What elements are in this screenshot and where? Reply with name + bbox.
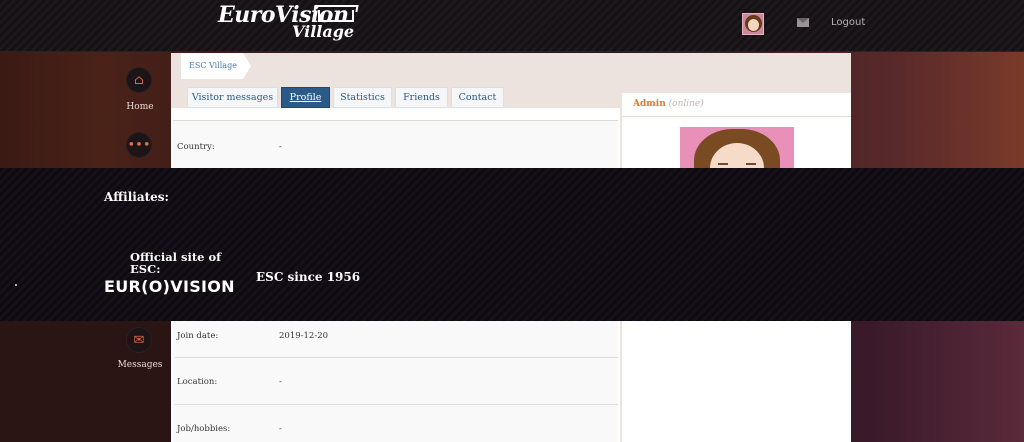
affiliate-official-label: Official site of ESC:	[130, 250, 222, 276]
site-logo[interactable]: EuroVision Village	[218, 2, 359, 46]
field-value-job-hobbies: -	[279, 424, 282, 434]
field-label-join-date: Join date:	[177, 331, 219, 341]
tab-statistics[interactable]: Statistics	[333, 87, 392, 108]
breadcrumb[interactable]: ESC Village	[181, 53, 251, 79]
divider	[175, 404, 618, 405]
online-status: (online)	[668, 99, 704, 109]
mail-icon[interactable]	[797, 18, 809, 27]
profile-avatar	[680, 127, 794, 173]
esc-since-1956-link[interactable]: ESC since 1956	[256, 270, 360, 284]
tab-friends[interactable]: Friends	[395, 87, 448, 108]
field-value-country: -	[279, 142, 282, 152]
eurovision-logo-link[interactable]: EUR(O)VISION	[104, 277, 235, 296]
home-icon[interactable]: ⌂	[126, 67, 152, 93]
field-value-location: -	[279, 377, 282, 387]
breadcrumb-label[interactable]: ESC Village	[189, 61, 237, 70]
messages-icon[interactable]: ✉	[126, 327, 152, 353]
sidebar-item-home-label[interactable]: Home	[100, 102, 180, 112]
house-icon	[318, 10, 354, 22]
field-label-location: Location:	[177, 377, 218, 387]
field-label-job-hobbies: Job/hobbies:	[177, 424, 231, 434]
logo-text-sub: Village	[292, 22, 355, 41]
field-label-country: Country:	[177, 142, 215, 152]
field-value-join-date: 2019-12-20	[279, 331, 329, 341]
tab-visitor-messages[interactable]: Visitor messages	[187, 87, 278, 108]
tab-profile[interactable]: Profile	[281, 87, 330, 108]
sidebar-item-messages-label[interactable]: Messages	[100, 360, 180, 370]
user-card-header: Admin (online)	[622, 93, 851, 117]
username[interactable]: Admin	[633, 99, 666, 109]
divider	[175, 357, 618, 358]
affiliates-title: Affiliates:	[104, 190, 169, 204]
affiliates-banner: Affiliates: Official site of ESC: EUR(O)…	[0, 168, 1024, 321]
top-bar: EuroVision Village Logout	[0, 0, 1024, 52]
chat-icon[interactable]: •••	[126, 132, 152, 158]
decorative-dot	[15, 284, 17, 286]
tab-contact[interactable]: Contact	[451, 87, 504, 108]
user-avatar[interactable]	[742, 13, 764, 35]
logout-link[interactable]: Logout	[831, 17, 865, 28]
